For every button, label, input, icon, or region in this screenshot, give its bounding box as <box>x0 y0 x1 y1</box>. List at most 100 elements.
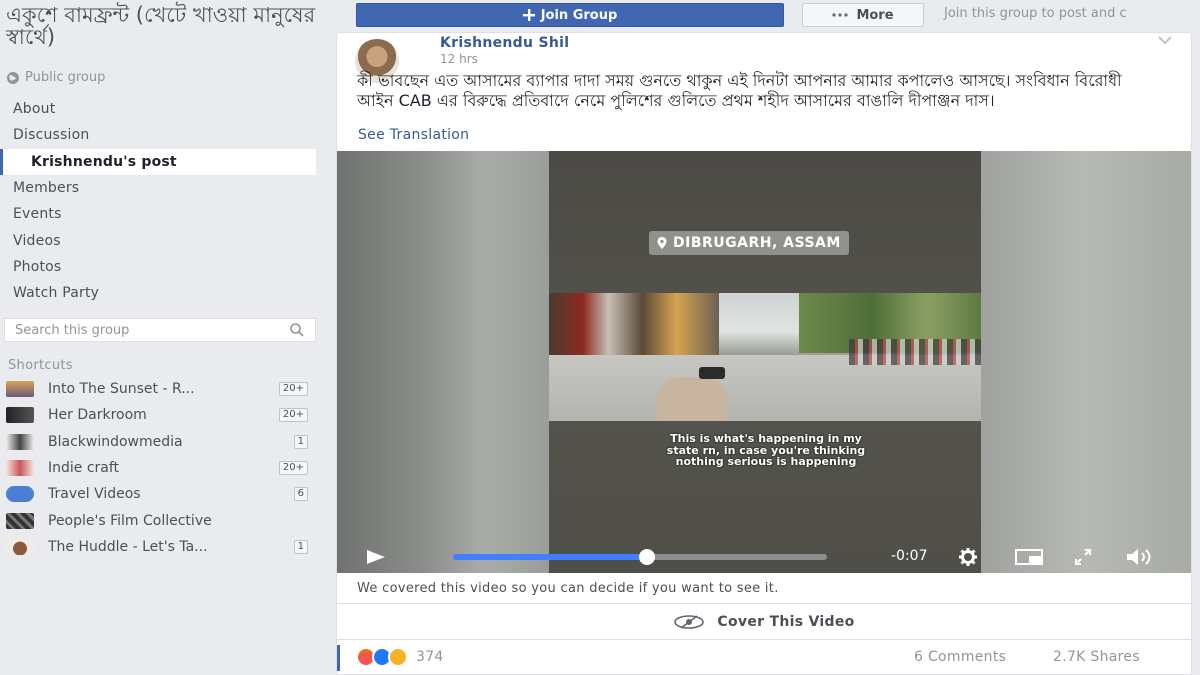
shortcut-peoples-film-collective[interactable]: People's Film Collective <box>0 507 316 533</box>
comments-count[interactable]: 6 Comments <box>914 649 1006 665</box>
more-label: More <box>856 7 894 23</box>
scene-hand <box>657 377 727 421</box>
reactions-bar: 374 6 Comments 2.7K Shares <box>337 645 1191 671</box>
nav-item-krishnendus-post[interactable]: Krishnendu's post <box>0 148 316 175</box>
nav-label: Discussion <box>13 127 90 144</box>
join-group-button[interactable]: Join Group <box>356 3 784 27</box>
clapperboard-thumb-icon <box>6 512 34 529</box>
cover-video-label: Cover This Video <box>717 614 855 630</box>
volume-icon[interactable] <box>1125 548 1161 566</box>
blackwindow-thumb-icon <box>6 433 34 450</box>
group-search-input[interactable]: Search this group <box>4 318 316 342</box>
scene-buildings <box>549 293 719 363</box>
nav-item-discussion[interactable]: Discussion <box>0 122 316 148</box>
group-nav: About Discussion Krishnendu's post Membe… <box>0 96 316 306</box>
group-privacy-label: Public group <box>25 70 106 85</box>
nav-label: Krishnendu's post <box>31 153 177 170</box>
video-caption: This is what's happening in my state rn,… <box>666 432 866 468</box>
search-placeholder: Search this group <box>15 322 130 338</box>
picture-in-picture-icon[interactable] <box>1015 549 1043 565</box>
post-body-text: কী ভাবছেন এত আসামের ব্যাপার দাদা সময় গু… <box>357 71 1122 110</box>
shortcut-indie-craft[interactable]: Indie craft 20+ <box>0 455 316 481</box>
video-blur-right <box>981 151 1191 573</box>
globe-icon <box>7 71 19 84</box>
video-blur-left <box>337 151 549 573</box>
shortcut-badge: 20+ <box>278 382 308 397</box>
location-pin-icon <box>657 237 667 249</box>
shortcut-badge: 20+ <box>278 461 308 476</box>
shortcut-blackwindowmedia[interactable]: Blackwindowmedia 1 <box>0 429 316 455</box>
shortcut-label: Her Darkroom <box>48 407 147 424</box>
shortcut-badge: 6 <box>293 487 308 502</box>
sad-reaction-icon <box>388 647 408 667</box>
location-label: DIBRUGARH, ASSAM <box>673 235 841 251</box>
video-controls: -0:07 <box>337 539 1191 573</box>
reaction-summary[interactable]: 374 <box>356 647 444 667</box>
shortcut-label: Blackwindowmedia <box>48 433 183 450</box>
shortcut-label: The Huddle - Let's Ta... <box>48 538 208 555</box>
gear-icon[interactable] <box>959 548 977 566</box>
nav-item-about[interactable]: About <box>0 96 316 122</box>
nav-label: Photos <box>13 258 62 275</box>
shortcut-label: Travel Videos <box>48 486 141 503</box>
search-icon[interactable] <box>289 322 305 338</box>
coffee-cup-thumb-icon <box>6 538 34 555</box>
shortcut-badge: 1 <box>293 539 308 554</box>
video-scrubber-handle[interactable] <box>639 549 656 565</box>
shortcut-label: Into The Sunset - R... <box>48 381 195 398</box>
travel-thumb-icon <box>6 486 34 503</box>
video-time-remaining: -0:07 <box>891 548 928 564</box>
shortcut-into-the-sunset[interactable]: Into The Sunset - R... 20+ <box>0 376 316 402</box>
nav-item-members[interactable]: Members <box>0 175 316 201</box>
shortcut-travel-videos[interactable]: Travel Videos 6 <box>0 481 316 507</box>
nav-item-watch-party[interactable]: Watch Party <box>0 280 316 306</box>
shortcut-badge: 20+ <box>278 408 308 423</box>
post-card: Krishnendu Shil 12 hrs কী ভাবছেন এত আসাম… <box>336 32 1192 675</box>
left-sidebar: একুশে বামফ্রন্ট (খেটে খাওয়া মানুষের স্ব… <box>0 0 322 675</box>
ellipsis-icon <box>832 13 849 17</box>
video-progress-fill <box>453 554 648 560</box>
post-author[interactable]: Krishnendu Shil <box>440 35 569 51</box>
eye-slash-icon <box>674 615 705 629</box>
play-icon[interactable] <box>365 549 387 565</box>
shortcut-label: Indie craft <box>48 460 120 477</box>
nav-label: Videos <box>13 232 61 249</box>
nav-label: Watch Party <box>13 285 100 302</box>
sunset-thumb-icon <box>6 381 34 398</box>
shortcut-her-darkroom[interactable]: Her Darkroom 20+ <box>0 402 316 428</box>
join-group-label: Join Group <box>540 7 618 23</box>
video-street-scene <box>549 293 981 421</box>
shortcut-label: People's Film Collective <box>48 512 212 529</box>
video-progress-bar[interactable] <box>453 549 827 565</box>
nav-item-photos[interactable]: Photos <box>0 254 316 280</box>
nav-item-videos[interactable]: Videos <box>0 227 316 253</box>
post-timestamp[interactable]: 12 hrs <box>440 52 478 66</box>
scene-phone <box>699 367 725 379</box>
scene-crowd <box>849 339 981 365</box>
join-hint-text: Join this group to post and c <box>944 6 1127 21</box>
nav-item-events[interactable]: Events <box>0 201 316 227</box>
see-translation-link[interactable]: See Translation <box>358 127 469 143</box>
location-sticker: DIBRUGARH, ASSAM <box>649 231 849 255</box>
group-title[interactable]: একুশে বামফ্রন্ট (খেটে খাওয়া মানুষের স্ব… <box>6 4 318 48</box>
more-button[interactable]: More <box>802 3 924 27</box>
divider <box>337 603 1191 604</box>
darkroom-thumb-icon <box>6 407 34 424</box>
fullscreen-icon[interactable] <box>1075 549 1091 565</box>
indie-craft-thumb-icon <box>6 460 34 477</box>
video-player[interactable]: DIBRUGARH, ASSAM This is what's happenin… <box>337 151 1191 573</box>
cover-video-button[interactable]: Cover This Video <box>337 609 1191 635</box>
nav-label: Members <box>13 180 80 197</box>
shares-count[interactable]: 2.7K Shares <box>1053 649 1140 665</box>
nav-label: Events <box>13 206 62 223</box>
shortcuts-list: Into The Sunset - R... 20+ Her Darkroom … <box>0 376 316 560</box>
nav-label: About <box>13 101 56 118</box>
shortcuts-heading: Shortcuts <box>8 358 73 373</box>
chevron-down-icon[interactable] <box>1157 35 1173 45</box>
shortcut-the-huddle[interactable]: The Huddle - Let's Ta... 1 <box>0 534 316 560</box>
shortcut-badge: 1 <box>293 434 308 449</box>
group-privacy: Public group <box>6 70 105 85</box>
plus-icon <box>522 9 535 21</box>
reaction-count: 374 <box>416 649 444 665</box>
divider <box>337 639 1191 640</box>
